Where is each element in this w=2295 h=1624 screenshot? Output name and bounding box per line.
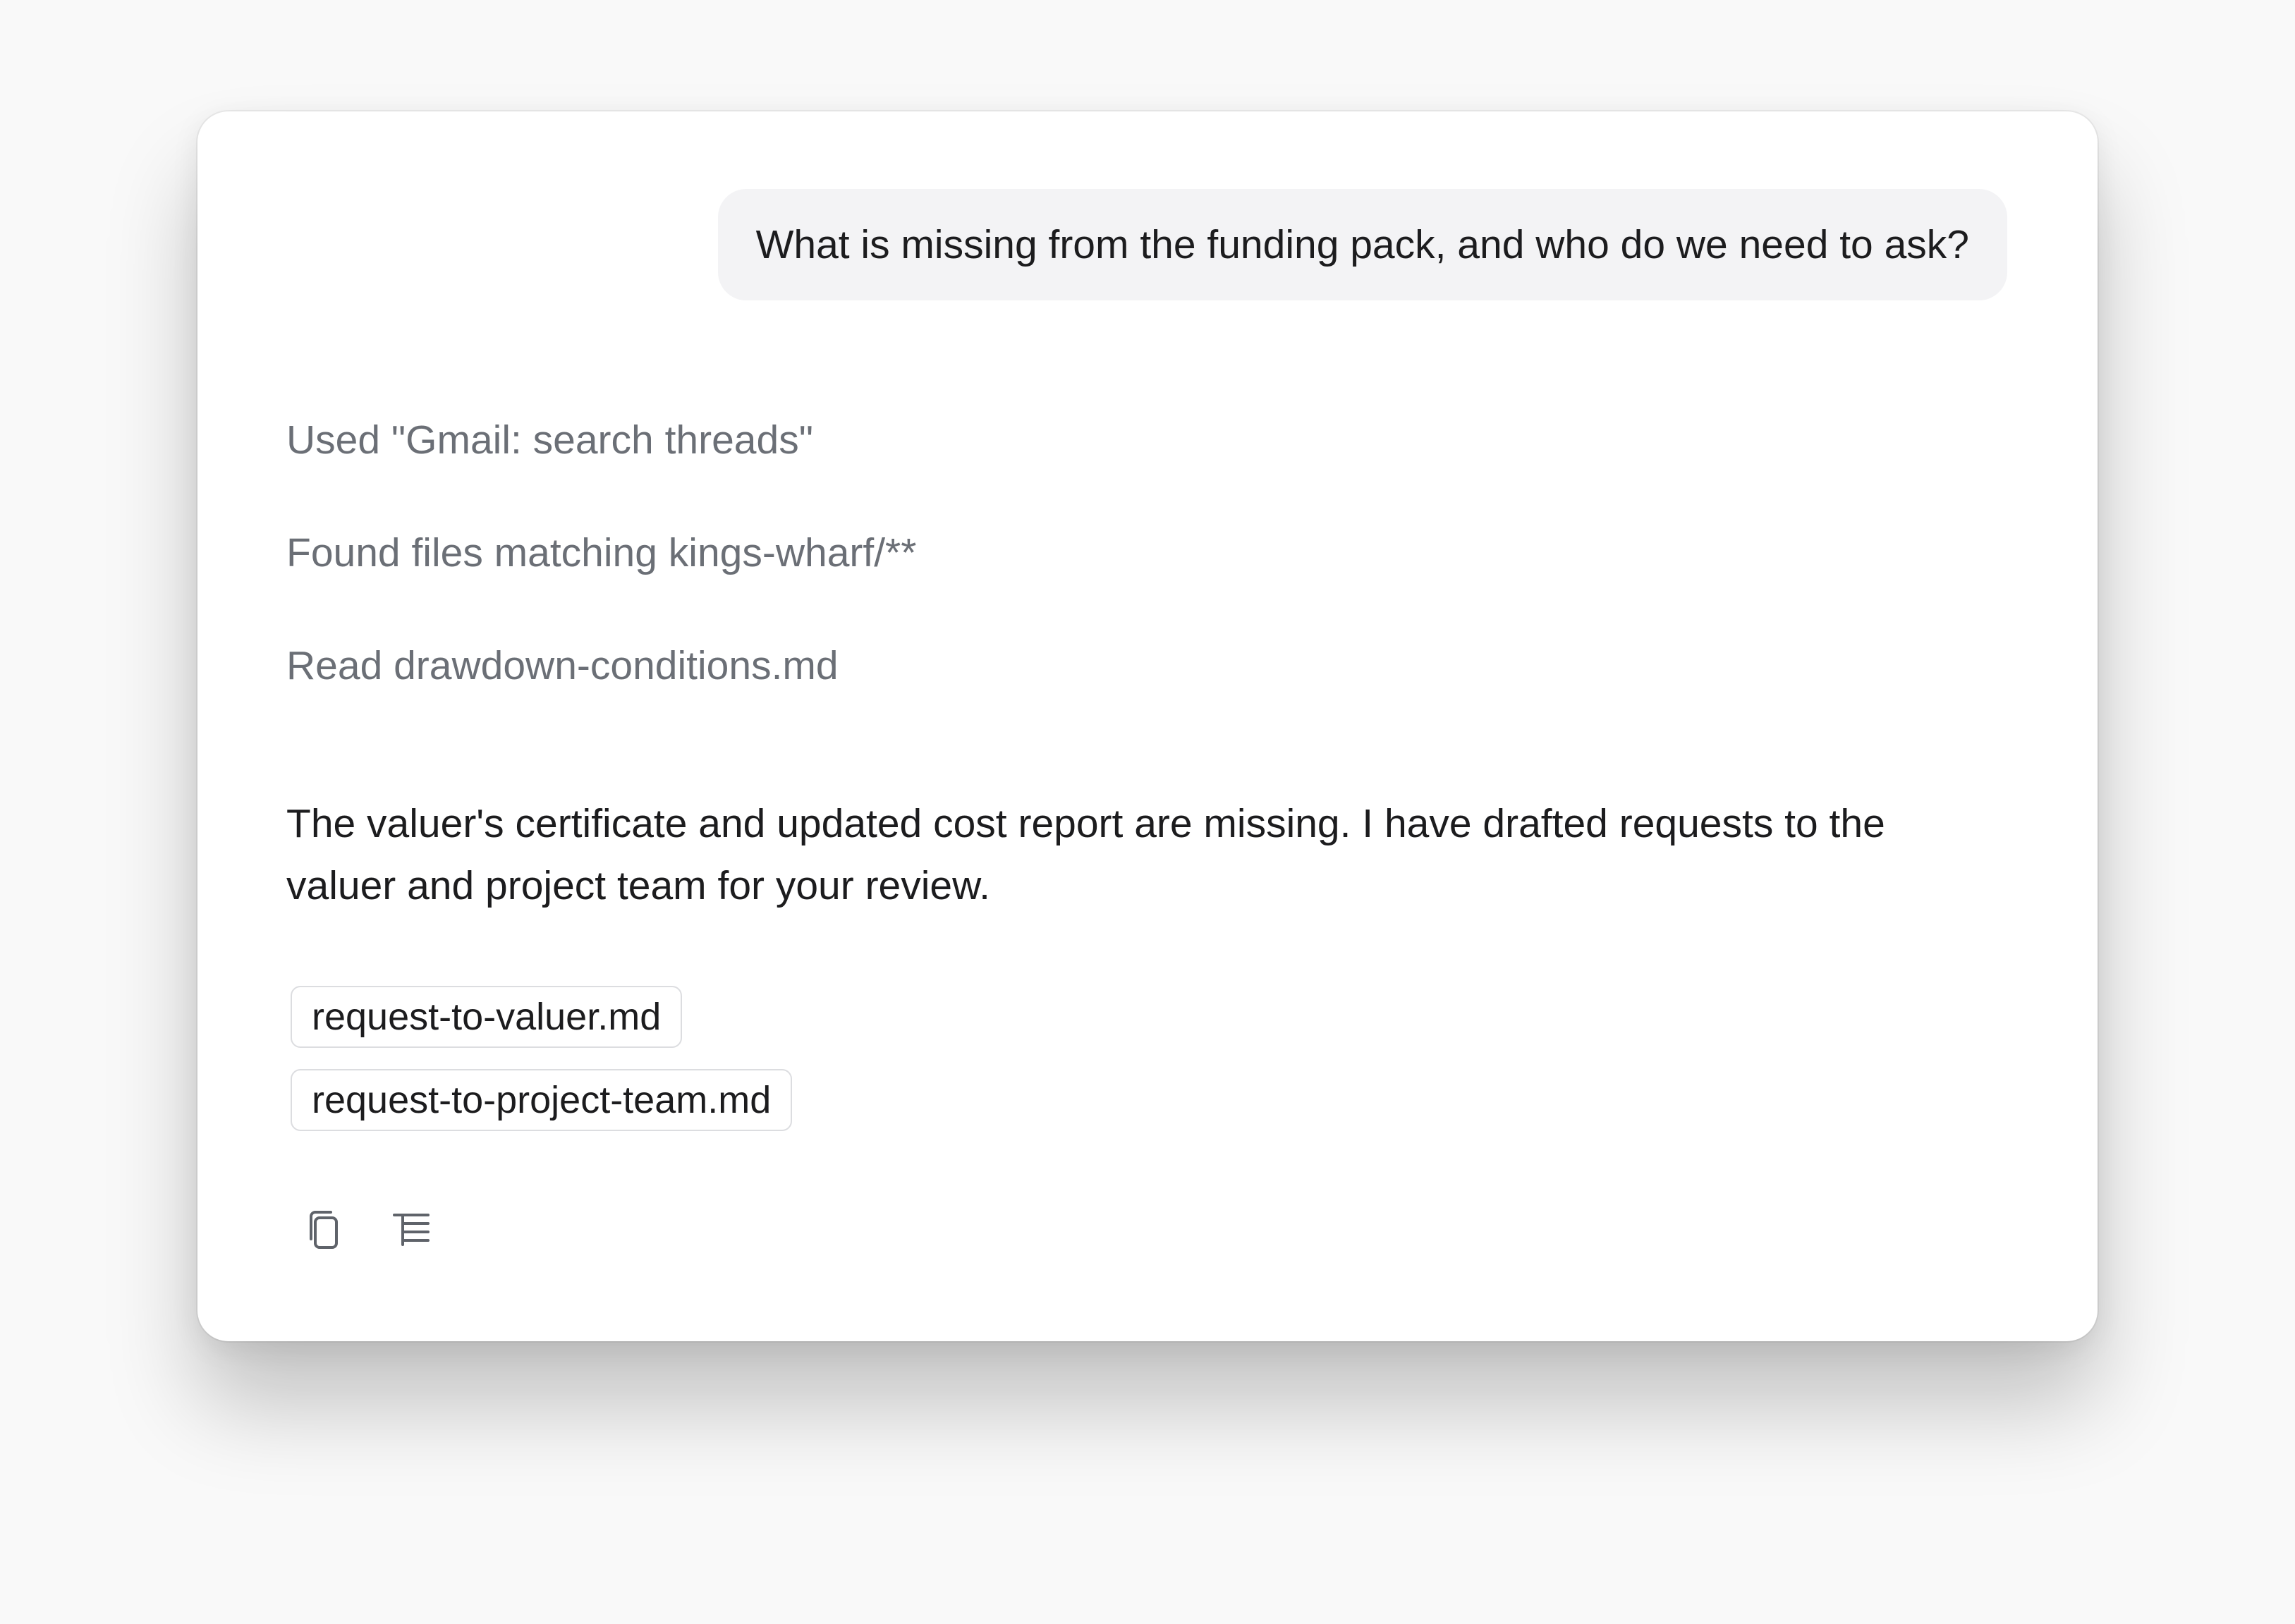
assistant-message-text: The valuer's certificate and updated cos… (286, 801, 1885, 908)
tool-step-gmail-search[interactable]: Used "Gmail: search threads" (286, 420, 813, 460)
chat-window: What is missing from the funding pack, a… (197, 111, 2098, 1341)
attachment-filename: request-to-valuer.md (312, 996, 662, 1038)
copy-button[interactable] (298, 1202, 353, 1257)
tool-step-file-search[interactable]: Found files matching kings-wharf/** (286, 533, 916, 573)
outline-button[interactable] (384, 1202, 439, 1257)
message-actions (298, 1202, 439, 1257)
user-message-text: What is missing from the funding pack, a… (755, 222, 1969, 267)
copy-icon (310, 1211, 338, 1249)
user-message-bubble: What is missing from the funding pack, a… (717, 189, 2007, 300)
outline-icon (393, 1214, 430, 1246)
attachment-request-to-valuer[interactable]: request-to-valuer.md (291, 986, 683, 1048)
attachment-request-to-project-team[interactable]: request-to-project-team.md (291, 1069, 793, 1131)
tool-step-read-file[interactable]: Read drawdown-conditions.md (286, 646, 839, 686)
attachment-filename: request-to-project-team.md (312, 1079, 772, 1121)
attachment-list: request-to-valuer.md request-to-project-… (291, 986, 793, 1131)
